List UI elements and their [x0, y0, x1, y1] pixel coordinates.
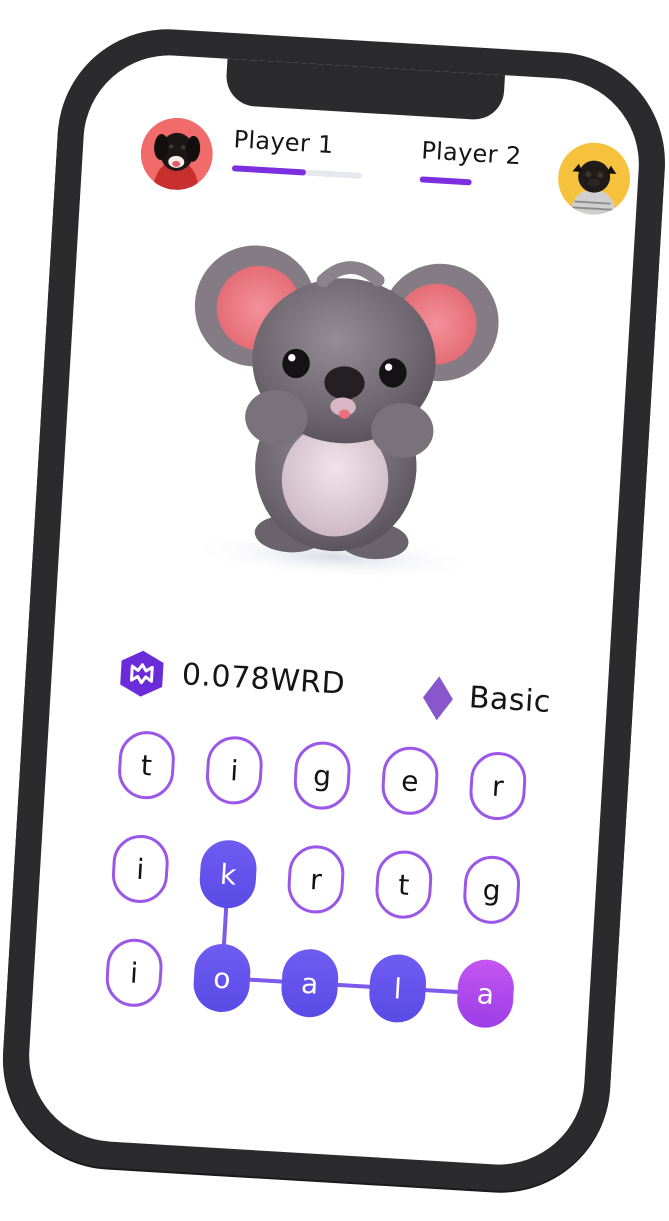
player-2-name: Player 2	[420, 136, 523, 171]
letter-tile[interactable]: i	[110, 833, 171, 905]
letter-tile[interactable]: r	[467, 750, 528, 822]
player-2-avatar[interactable]	[556, 141, 632, 217]
letter-tile[interactable]: o	[192, 942, 252, 1014]
wrd-balance: 0.078WRD	[180, 657, 347, 702]
letter-tile[interactable]: r	[286, 843, 346, 916]
pug-dog-avatar-icon	[558, 142, 631, 217]
koala-mascot-icon	[187, 245, 499, 581]
player-1-progress-track	[231, 165, 362, 179]
black-dog-avatar-icon	[140, 117, 213, 192]
letter-tile[interactable]: a	[279, 947, 340, 1019]
stage: Player 1 Player 2 0.078WRD Basic t i g e…	[0, 0, 669, 1221]
letter-tile[interactable]: t	[116, 729, 177, 801]
letter-tile[interactable]: a	[455, 958, 516, 1030]
player-1-name: Player 1	[232, 125, 335, 160]
letter-tile[interactable]: t	[373, 849, 434, 921]
phone-frame: Player 1 Player 2 0.078WRD Basic t i g e…	[0, 22, 669, 1198]
letter-tile[interactable]: g	[292, 739, 353, 812]
player-2-progress-fill	[419, 176, 472, 186]
diamond-icon	[422, 676, 453, 721]
letter-tile[interactable]: i	[104, 937, 165, 1009]
player-2-progress-track	[419, 176, 550, 190]
letter-tile[interactable]: g	[461, 854, 522, 926]
player-1-avatar[interactable]	[139, 116, 215, 192]
phone-notch	[224, 56, 506, 122]
level-label: Basic	[468, 680, 552, 720]
player-1-progress-fill	[231, 165, 307, 176]
letter-tile[interactable]: i	[204, 734, 265, 806]
game-screen: Player 1 Player 2 0.078WRD Basic t i g e…	[24, 50, 644, 1170]
letter-tile[interactable]: l	[367, 952, 428, 1025]
wrd-token-icon	[120, 650, 164, 697]
letter-tile[interactable]: e	[380, 745, 440, 817]
letter-tile[interactable]: k	[198, 838, 259, 910]
